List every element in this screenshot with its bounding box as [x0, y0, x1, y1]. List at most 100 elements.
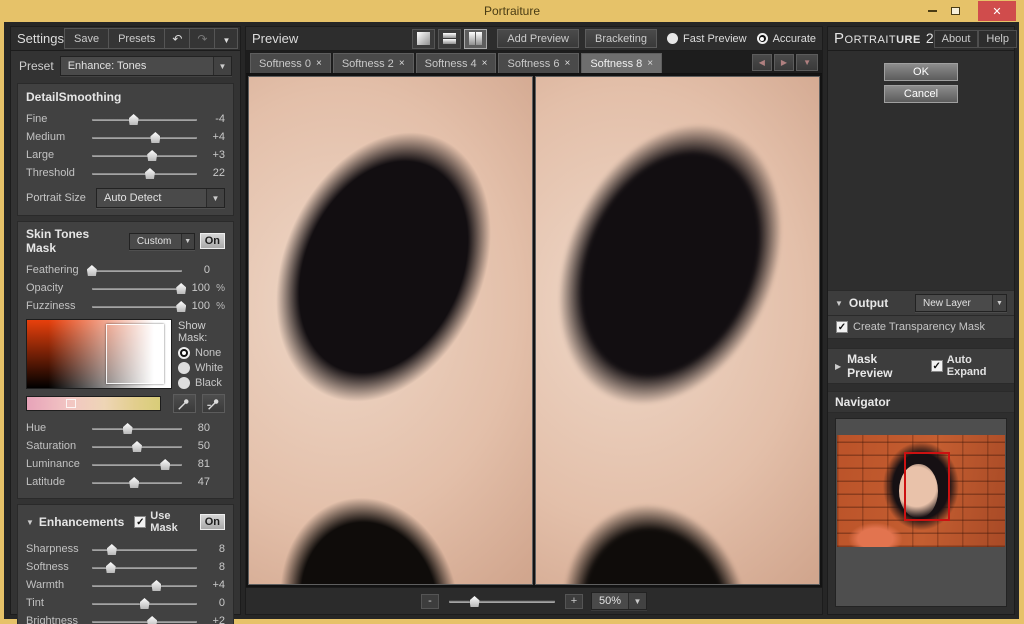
chevron-down-icon[interactable]: ▼	[213, 57, 231, 75]
accurate-radio[interactable]: Accurate	[757, 33, 816, 45]
slider-thumb[interactable]	[147, 150, 157, 161]
tab-softness-8[interactable]: Softness 8 ×	[581, 53, 662, 73]
slider-thumb[interactable]	[106, 562, 116, 573]
gradient-selection-rect[interactable]	[106, 324, 164, 384]
slider-thumb[interactable]	[129, 114, 139, 125]
radio-icon[interactable]	[667, 33, 678, 44]
slider-track[interactable]	[90, 579, 199, 591]
output-select[interactable]: New Layer ▼	[915, 294, 1007, 312]
show-mask-option-white[interactable]: White	[178, 362, 225, 374]
slider-thumb[interactable]	[160, 459, 170, 470]
chevron-down-icon[interactable]: ▼	[206, 189, 224, 207]
slider-track[interactable]	[90, 440, 184, 452]
tab-close-icon[interactable]: ×	[316, 58, 322, 69]
bracketing-button[interactable]: Bracketing	[585, 29, 657, 48]
navigator-thumbnail[interactable]	[837, 435, 1005, 547]
slider-track[interactable]	[90, 476, 184, 488]
slider-track[interactable]	[90, 597, 199, 609]
slider-track[interactable]	[90, 282, 184, 294]
slider-track[interactable]	[90, 458, 184, 470]
cancel-button[interactable]: Cancel	[884, 85, 958, 103]
chevron-down-icon[interactable]: ▼	[628, 593, 646, 609]
tab-close-icon[interactable]: ×	[482, 58, 488, 69]
checkbox-icon[interactable]: ✓	[134, 516, 146, 528]
presets-button[interactable]: Presets	[108, 29, 164, 48]
slider-track[interactable]	[90, 615, 199, 624]
enhancements-on-button[interactable]: On	[200, 514, 225, 530]
tab-softness-4[interactable]: Softness 4 ×	[416, 53, 497, 73]
mask-on-button[interactable]: On	[200, 233, 225, 249]
save-button[interactable]: Save	[65, 29, 108, 48]
settings-menu-button[interactable]: ▼	[214, 29, 237, 48]
add-preview-button[interactable]: Add Preview	[497, 29, 579, 48]
slider-thumb[interactable]	[150, 132, 160, 143]
tab-scroll-right-button[interactable]: ▶	[774, 54, 794, 71]
view-mode-single-button[interactable]	[412, 29, 435, 49]
preset-select[interactable]: Enhance: Tones ▼	[60, 56, 232, 76]
collapse-right-icon[interactable]: ▶	[835, 362, 841, 371]
radio-icon[interactable]	[178, 347, 190, 359]
zoom-in-button[interactable]: +	[565, 594, 583, 609]
slider-thumb[interactable]	[123, 423, 133, 434]
preview-pane-after[interactable]	[535, 76, 820, 585]
slider-thumb[interactable]	[151, 580, 161, 591]
about-button[interactable]: About	[934, 30, 979, 48]
collapse-icon[interactable]: ▼	[835, 299, 843, 308]
chevron-down-icon[interactable]: ▼	[992, 295, 1006, 311]
close-button[interactable]: ✕	[978, 1, 1016, 21]
collapse-icon[interactable]: ▼	[26, 518, 34, 527]
maximize-icon[interactable]	[951, 7, 960, 15]
slider-thumb[interactable]	[132, 441, 142, 452]
minimize-icon[interactable]	[928, 10, 937, 12]
show-mask-option-none[interactable]: None	[178, 347, 225, 359]
slider-thumb[interactable]	[129, 477, 139, 488]
navigator-view-rect[interactable]	[904, 452, 949, 521]
radio-icon[interactable]	[757, 33, 768, 44]
view-mode-horizontal-button[interactable]	[438, 29, 461, 49]
tab-softness-2[interactable]: Softness 2 ×	[333, 53, 414, 73]
skin-tone-gradient-picker[interactable]	[26, 319, 172, 389]
undo-button[interactable]: ↶	[164, 29, 189, 48]
slider-track[interactable]	[90, 264, 184, 276]
checkbox-icon[interactable]: ✓	[931, 360, 943, 372]
tab-close-icon[interactable]: ×	[564, 58, 570, 69]
radio-icon[interactable]	[178, 377, 190, 389]
portrait-size-select[interactable]: Auto Detect ▼	[96, 188, 225, 208]
tab-close-icon[interactable]: ×	[399, 58, 405, 69]
checkbox-icon[interactable]: ✓	[836, 321, 848, 333]
chevron-down-icon[interactable]: ▼	[181, 234, 194, 249]
slider-track[interactable]	[90, 422, 184, 434]
eyedropper-subtract-button[interactable]	[202, 394, 225, 413]
eyedropper-add-button[interactable]	[173, 394, 196, 413]
zoom-out-button[interactable]: -	[421, 594, 439, 609]
tab-scroll-left-button[interactable]: ◀	[752, 54, 772, 71]
slider-thumb[interactable]	[145, 168, 155, 179]
tab-softness-0[interactable]: Softness 0 ×	[250, 53, 331, 73]
help-button[interactable]: Help	[978, 30, 1017, 48]
tab-close-icon[interactable]: ×	[647, 58, 653, 69]
preview-pane-before[interactable]	[248, 76, 533, 585]
hue-strip[interactable]	[26, 396, 161, 411]
slider-track[interactable]	[90, 543, 199, 555]
auto-expand-checkbox[interactable]: ✓ Auto Expand	[931, 354, 1007, 378]
slider-track[interactable]	[90, 561, 199, 573]
zoom-slider[interactable]	[447, 595, 557, 607]
tab-softness-6[interactable]: Softness 6 ×	[498, 53, 579, 73]
zoom-level-select[interactable]: 50% ▼	[591, 592, 647, 610]
slider-thumb[interactable]	[140, 598, 150, 609]
radio-icon[interactable]	[178, 362, 190, 374]
fast-preview-radio[interactable]: Fast Preview	[667, 33, 747, 45]
redo-button[interactable]: ↷	[189, 29, 214, 48]
hue-strip-marker[interactable]	[66, 399, 76, 408]
view-mode-vertical-button[interactable]	[464, 29, 487, 49]
show-mask-option-black[interactable]: Black	[178, 377, 225, 389]
slider-track[interactable]	[90, 149, 199, 161]
ok-button[interactable]: OK	[884, 63, 958, 81]
slider-thumb[interactable]	[107, 544, 117, 555]
slider-thumb[interactable]	[147, 616, 157, 624]
mask-preset-select[interactable]: Custom ▼	[129, 233, 195, 250]
slider-track[interactable]	[90, 167, 199, 179]
tab-list-button[interactable]: ▼	[796, 54, 818, 71]
slider-track[interactable]	[90, 113, 199, 125]
use-mask-checkbox[interactable]: ✓ Use Mask	[134, 510, 194, 534]
